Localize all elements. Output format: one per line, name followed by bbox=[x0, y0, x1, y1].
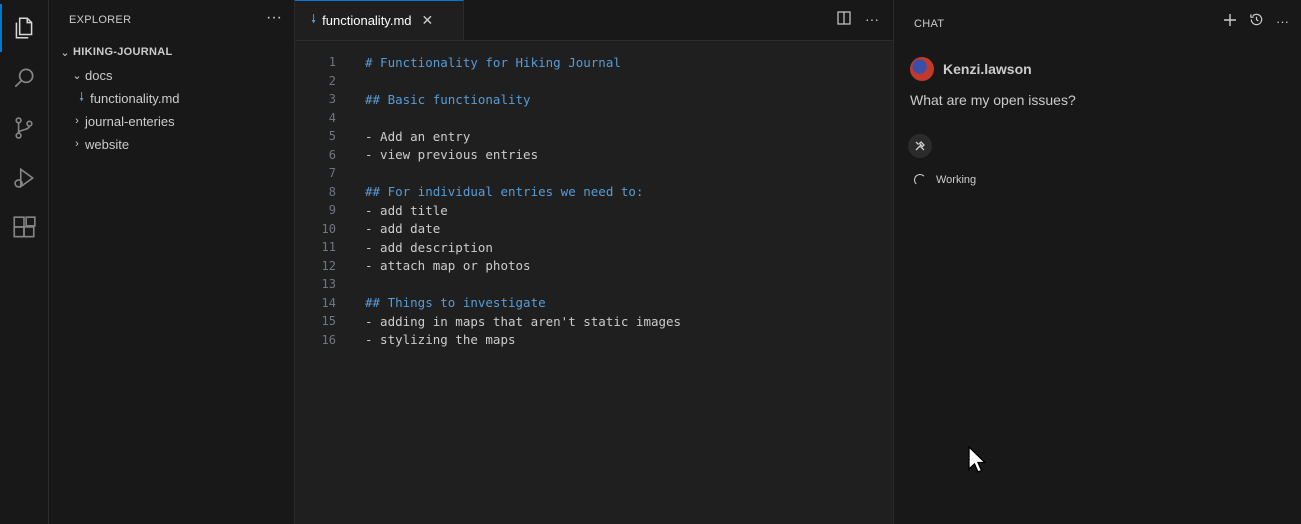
code-line[interactable]: 16 - stylizing the maps bbox=[295, 331, 893, 350]
line-text: - adding in maps that aren't static imag… bbox=[365, 313, 682, 329]
chevron-right-icon: › bbox=[75, 138, 79, 150]
extensions-icon[interactable] bbox=[0, 204, 48, 252]
project-root[interactable]: ⌄ HIKING-JOURNAL bbox=[49, 41, 302, 63]
chevron-down-icon: ⌄ bbox=[60, 46, 70, 59]
tree-folder-docs[interactable]: ⌄ docs bbox=[49, 64, 314, 86]
line-number: 11 bbox=[321, 240, 336, 255]
chat-actions: ··· bbox=[1223, 12, 1289, 30]
line-text: ## Things to investigate bbox=[365, 295, 546, 311]
tree-label: docs bbox=[85, 67, 113, 83]
line-number: 14 bbox=[321, 295, 336, 310]
line-number: 5 bbox=[328, 129, 336, 144]
close-icon[interactable]: ✕ bbox=[422, 12, 434, 29]
line-number: 13 bbox=[321, 277, 336, 292]
tab-functionality-md[interactable]: 🠗 functionality.md ✕ bbox=[295, 0, 464, 40]
mouse-cursor-icon bbox=[967, 445, 987, 478]
tab-label: functionality.md bbox=[322, 13, 412, 28]
line-number: 16 bbox=[321, 332, 336, 347]
code-line[interactable]: 10 - add date bbox=[295, 220, 893, 239]
activity-bar bbox=[0, 0, 49, 524]
explorer-more-icon[interactable]: ··· bbox=[266, 9, 282, 27]
tree-folder-website[interactable]: › website bbox=[49, 133, 314, 155]
project-label: HIKING-JOURNAL bbox=[73, 46, 173, 58]
avatar bbox=[910, 57, 934, 81]
line-text: - stylizing the maps bbox=[365, 332, 516, 348]
line-number: 9 bbox=[328, 203, 336, 218]
chat-title: CHAT bbox=[914, 18, 945, 30]
line-number: 3 bbox=[328, 92, 336, 107]
code-line[interactable]: 13 bbox=[295, 275, 893, 294]
tree-label: functionality.md bbox=[90, 90, 180, 106]
editor: 🠗 functionality.md ✕ ··· 1 # Functionalit… bbox=[295, 0, 894, 524]
status-text: Working bbox=[936, 174, 977, 186]
user-name: Kenzi.lawson bbox=[943, 61, 1032, 77]
chevron-down-icon: ⌄ bbox=[72, 69, 82, 82]
chevron-right-icon: › bbox=[75, 115, 79, 127]
code-line[interactable]: 2 bbox=[295, 72, 893, 91]
line-text: - add date bbox=[365, 221, 441, 237]
code-line[interactable]: 4 bbox=[295, 109, 893, 128]
line-text: - Add an entry bbox=[365, 128, 471, 144]
more-actions-icon[interactable]: ··· bbox=[865, 11, 879, 28]
code-line[interactable]: 11 - add description bbox=[295, 238, 893, 257]
code-line[interactable]: 7 bbox=[295, 164, 893, 183]
more-actions-icon[interactable]: ··· bbox=[1276, 14, 1289, 29]
code-line[interactable]: 9 - add title bbox=[295, 201, 893, 220]
code-line[interactable]: 8 ## For individual entries we need to: bbox=[295, 183, 893, 202]
code-line[interactable]: 1 # Functionality for Hiking Journal bbox=[295, 53, 893, 72]
explorer-sidebar: EXPLORER ··· ⌄ HIKING-JOURNAL ⌄ docs 🠗 f… bbox=[49, 0, 295, 524]
markdown-icon: 🠗 bbox=[311, 12, 317, 26]
chat-panel: CHAT ··· Kenzi.lawson What are my open i… bbox=[894, 0, 1301, 524]
explorer-icon[interactable] bbox=[0, 4, 48, 52]
code-line[interactable]: 14 ## Things to investigate bbox=[295, 294, 893, 313]
line-number: 6 bbox=[328, 147, 336, 162]
tree-folder-journal-enteries[interactable]: › journal-enteries bbox=[49, 110, 314, 132]
explorer-title: EXPLORER bbox=[69, 14, 132, 26]
spinner-icon bbox=[914, 174, 926, 186]
line-number: 1 bbox=[328, 55, 336, 70]
line-number: 2 bbox=[328, 73, 336, 88]
user-message: What are my open issues? bbox=[910, 92, 1076, 108]
history-icon[interactable] bbox=[1249, 12, 1264, 30]
editor-actions: ··· bbox=[837, 11, 879, 28]
line-text: ## Basic functionality bbox=[365, 91, 531, 107]
line-text: ## For individual entries we need to: bbox=[365, 184, 644, 200]
run-debug-icon[interactable] bbox=[0, 154, 48, 202]
code-line[interactable]: 12 - attach map or photos bbox=[295, 257, 893, 276]
line-number: 15 bbox=[321, 314, 336, 329]
tab-bar: 🠗 functionality.md ✕ ··· bbox=[295, 0, 893, 41]
line-number: 12 bbox=[321, 258, 336, 273]
code-line[interactable]: 15 - adding in maps that aren't static im… bbox=[295, 312, 893, 331]
search-icon[interactable] bbox=[0, 54, 48, 102]
code-line[interactable]: 6 - view previous entries bbox=[295, 146, 893, 165]
tree-label: website bbox=[85, 136, 130, 152]
markdown-icon: 🠗 bbox=[79, 89, 85, 104]
split-editor-icon[interactable] bbox=[837, 11, 851, 28]
line-number: 10 bbox=[321, 221, 336, 236]
tree-file-functionality[interactable]: 🠗 functionality.md bbox=[49, 87, 324, 109]
line-number: 4 bbox=[328, 110, 336, 125]
tree-label: journal-enteries bbox=[85, 113, 175, 129]
code-line[interactable]: 3 ## Basic functionality bbox=[295, 90, 893, 109]
code-line[interactable]: 5 - Add an entry bbox=[295, 127, 893, 146]
line-text: - add description bbox=[365, 239, 493, 255]
line-number: 8 bbox=[328, 184, 336, 199]
line-text: - attach map or photos bbox=[365, 258, 531, 274]
source-control-icon[interactable] bbox=[0, 104, 48, 152]
line-text: # Functionality for Hiking Journal bbox=[365, 54, 621, 70]
tools-icon[interactable] bbox=[908, 134, 932, 158]
line-number: 7 bbox=[328, 166, 336, 181]
new-chat-icon[interactable] bbox=[1223, 13, 1237, 30]
line-text: - view previous entries bbox=[365, 147, 539, 163]
line-text: - add title bbox=[365, 202, 448, 218]
